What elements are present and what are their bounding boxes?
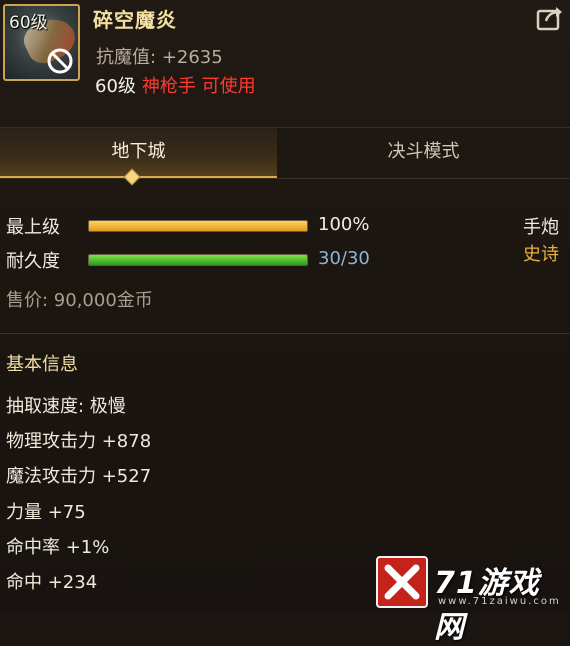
upgrade-bar-fill: [89, 221, 307, 231]
section-divider: [0, 333, 570, 334]
no-use-icon: [47, 48, 73, 74]
attr-row: 力量 +75: [6, 502, 86, 523]
durability-bar-fill: [89, 255, 307, 265]
item-level-badge: 60级: [9, 13, 48, 33]
tab-dungeon[interactable]: 地下城: [0, 128, 277, 178]
item-icon[interactable]: 60级: [3, 4, 80, 81]
mode-tabs: 地下城 决斗模式: [0, 127, 570, 179]
attr-row: 抽取速度: 极慢: [6, 396, 126, 417]
magic-resist-label: 抗魔值:: [96, 47, 157, 68]
required-class: 神枪手 可使用: [141, 76, 256, 97]
tab-pvp[interactable]: 决斗模式: [277, 128, 570, 178]
weapon-type: 手炮: [523, 217, 559, 238]
upgrade-percent: 100%: [318, 214, 370, 235]
attr-row: 魔法攻击力 +527: [6, 466, 152, 487]
attr-row: 命中 +234: [6, 572, 98, 593]
durability-label: 耐久度: [6, 251, 60, 272]
attr-row: 命中率 +1%: [6, 537, 110, 558]
upgrade-bar: [88, 220, 308, 232]
magic-resist: 抗魔值: +2635: [96, 43, 223, 69]
watermark: 71游戏网 www.71zaiwu.com: [360, 554, 565, 645]
magic-resist-value: +2635: [161, 47, 223, 68]
requirement-line: 60级 神枪手 可使用: [95, 72, 256, 98]
durability-bar: [88, 254, 308, 266]
watermark-logo-icon: [376, 556, 428, 608]
durability-value: 30/30: [318, 248, 370, 269]
upgrade-label: 最上级: [6, 217, 60, 238]
required-level: 60级: [95, 76, 136, 97]
basic-info-title: 基本信息: [6, 354, 78, 375]
share-icon[interactable]: [536, 5, 564, 31]
attr-row: 物理攻击力 +878: [6, 431, 152, 452]
watermark-url: www.71zaiwu.com: [438, 596, 561, 607]
sell-price: 售价: 90,000金币: [6, 290, 153, 311]
item-tooltip-panel: 60级 碎空魔炎 抗魔值: +2635 60级 神枪手 可使用 地下城 决斗模式 …: [0, 0, 570, 645]
rarity-label: 史诗: [523, 244, 559, 265]
item-name: 碎空魔炎: [93, 8, 177, 32]
